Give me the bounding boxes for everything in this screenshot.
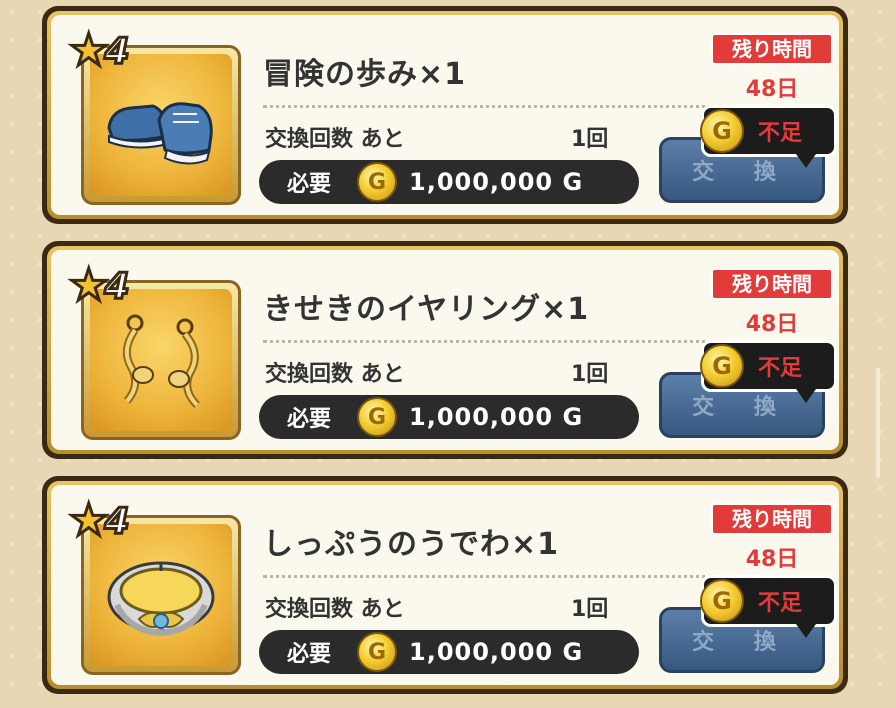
exchange-card[interactable]: ★ 4 きせきのイヤリング×1 交換回数 あと 1回 必要 G 1,000,00…: [42, 241, 848, 459]
exchange-count-label: 交換回数 あと: [265, 127, 405, 152]
item-name: 冒険の歩み×1: [263, 57, 467, 92]
card-border: ★ 4 しっぷうのうでわ×1 交換回数 あと 1回 必要 G 1,000,000…: [47, 481, 843, 689]
required-label: 必要: [287, 642, 332, 667]
required-label: 必要: [287, 407, 332, 432]
time-remaining-value: 48日: [745, 547, 799, 572]
exchange-card[interactable]: ★ 4 冒険の歩み×1 交換回数 あと 1回 必要 G 1,000,000 G …: [42, 6, 848, 224]
coin-letter: G: [712, 352, 732, 380]
coin-letter: G: [712, 587, 732, 615]
cost-value: 1,000,000 G: [409, 638, 584, 666]
insufficient-bubble: G 不足: [700, 575, 837, 638]
star-icon: ★: [67, 25, 109, 76]
gold-coin-icon: G: [357, 162, 397, 202]
gold-coin-icon: G: [357, 397, 397, 437]
insufficient-bubble: G 不足: [700, 105, 837, 168]
cost-bar: 必要 G 1,000,000 G: [259, 395, 639, 439]
rarity-number: 4: [103, 499, 131, 543]
exchange-card[interactable]: ★ 4 しっぷうのうでわ×1 交換回数 あと 1回 必要 G 1,000,000…: [42, 476, 848, 694]
cost-bar: 必要 G 1,000,000 G: [259, 630, 639, 674]
scrollbar[interactable]: [876, 368, 880, 478]
earrings-icon: [122, 314, 200, 408]
coin-letter: G: [712, 117, 732, 145]
item-name: きせきのイヤリング×1: [263, 292, 590, 327]
gold-coin-icon: G: [700, 344, 744, 388]
item-image: [90, 289, 232, 431]
bracelet-icon: [107, 561, 215, 637]
exchange-count-value: 1回: [571, 362, 609, 387]
time-remaining-value: 48日: [745, 77, 799, 102]
star-icon: ★: [67, 260, 109, 311]
cost-bar: 必要 G 1,000,000 G: [259, 160, 639, 204]
insufficient-text: 不足: [758, 121, 803, 146]
rarity-number: 4: [103, 264, 131, 308]
insufficient-text: 不足: [758, 356, 803, 381]
exchange-count-label: 交換回数 あと: [265, 597, 405, 622]
time-remaining-value: 48日: [745, 312, 799, 337]
rarity-badge: ★ 4: [67, 260, 131, 311]
time-remaining-badge: 残り時間: [711, 268, 833, 300]
sneakers-icon: [107, 102, 213, 165]
star-icon: ★: [67, 495, 109, 546]
item-image: [90, 524, 232, 666]
gold-coin-icon: G: [700, 579, 744, 623]
card-border: ★ 4 きせきのイヤリング×1 交換回数 あと 1回 必要 G 1,000,00…: [47, 246, 843, 454]
rarity-badge: ★ 4: [67, 25, 131, 76]
required-label: 必要: [287, 172, 332, 197]
exchange-count-value: 1回: [571, 127, 609, 152]
exchange-count-value: 1回: [571, 597, 609, 622]
coin-letter: G: [367, 639, 387, 665]
card-body: ★ 4 冒険の歩み×1 交換回数 あと 1回 必要 G 1,000,000 G …: [51, 15, 839, 215]
gold-coin-icon: G: [700, 109, 744, 153]
card-border: ★ 4 冒険の歩み×1 交換回数 あと 1回 必要 G 1,000,000 G …: [47, 11, 843, 219]
item-image: [90, 54, 232, 196]
time-remaining-badge: 残り時間: [711, 33, 833, 65]
gold-coin-icon: G: [357, 632, 397, 672]
time-remaining-badge: 残り時間: [711, 503, 833, 535]
coin-letter: G: [367, 169, 387, 195]
exchange-count-label: 交換回数 あと: [265, 362, 405, 387]
cost-value: 1,000,000 G: [409, 403, 584, 431]
coin-letter: G: [367, 404, 387, 430]
rarity-badge: ★ 4: [67, 495, 131, 546]
card-body: ★ 4 しっぷうのうでわ×1 交換回数 あと 1回 必要 G 1,000,000…: [51, 485, 839, 685]
item-name: しっぷうのうでわ×1: [263, 527, 560, 562]
rarity-number: 4: [103, 29, 131, 73]
insufficient-bubble: G 不足: [700, 340, 837, 403]
card-body: ★ 4 きせきのイヤリング×1 交換回数 あと 1回 必要 G 1,000,00…: [51, 250, 839, 450]
insufficient-text: 不足: [758, 591, 803, 616]
cost-value: 1,000,000 G: [409, 168, 584, 196]
